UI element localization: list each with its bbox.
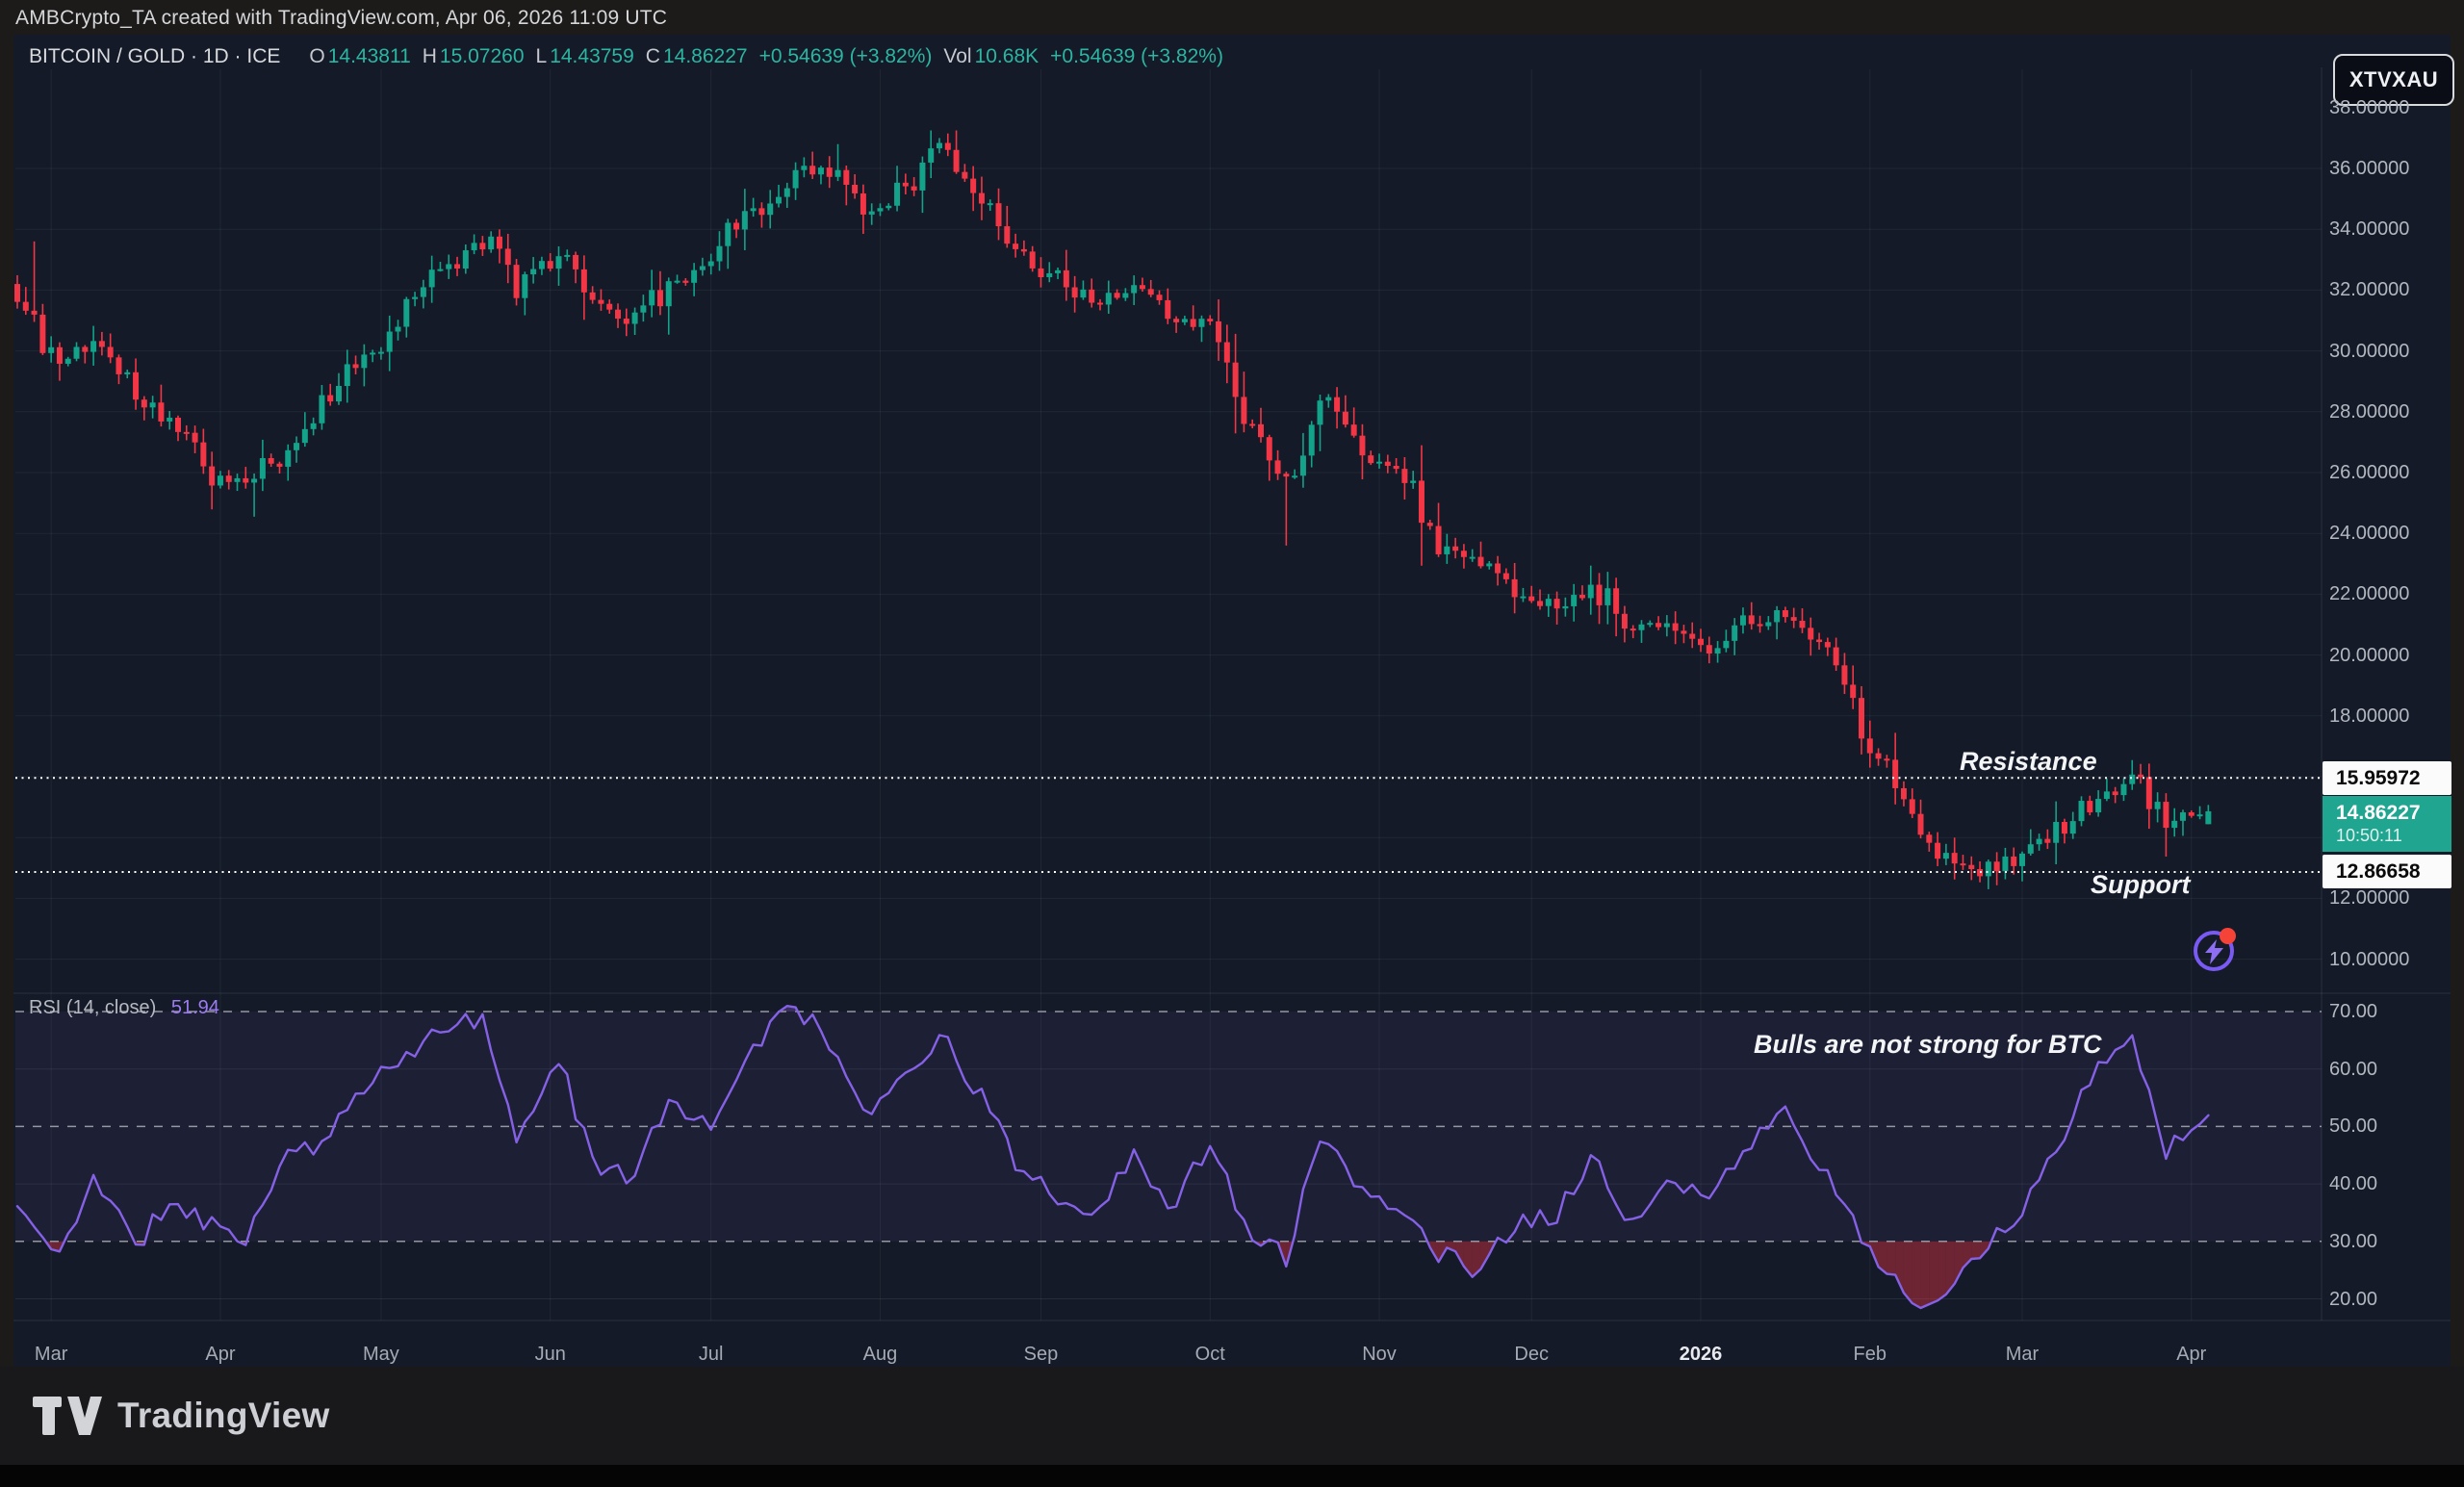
low-label: L	[536, 45, 548, 68]
bottom-black-bar	[0, 1465, 2464, 1487]
time-axis-label: Jun	[535, 1344, 566, 1365]
time-axis-label: Apr	[2176, 1344, 2206, 1365]
price-axis-tick: 22.00000	[2329, 583, 2409, 604]
open-value: 14.43811	[328, 45, 411, 68]
price-axis-tick: 28.00000	[2329, 401, 2409, 423]
rsi-axis-tick: 30.00	[2329, 1231, 2377, 1252]
time-axis-label: Oct	[1195, 1344, 1225, 1365]
resistance-price-label: 15.95972	[2323, 761, 2451, 795]
chart-legend[interactable]: BITCOIN / GOLD · 1D · ICE O 14.43811 H 1…	[29, 44, 1223, 69]
rsi-axis-tick: 70.00	[2329, 1001, 2377, 1022]
tradingview-wordmark: TradingView	[117, 1396, 330, 1436]
price-axis-tick: 30.00000	[2329, 341, 2409, 362]
price-axis-tick: 18.00000	[2329, 705, 2409, 727]
time-axis-label: May	[363, 1344, 399, 1365]
price-axis-tick: 36.00000	[2329, 158, 2409, 179]
close-value: 14.86227	[663, 45, 748, 68]
rsi-axis-tick: 20.00	[2329, 1289, 2377, 1310]
price-axis-tick: 24.00000	[2329, 523, 2409, 544]
support-annotation: Support	[2091, 870, 2190, 900]
lightning-bolt-icon	[2205, 939, 2224, 964]
tradingview-mark-icon	[33, 1397, 104, 1435]
current-price-value: 14.86227	[2336, 802, 2421, 825]
time-axis-label: Sep	[1024, 1344, 1059, 1365]
time-axis-label: Feb	[1854, 1344, 1886, 1365]
price-axis-tick: 12.00000	[2329, 887, 2409, 909]
rsi-note-annotation: Bulls are not strong for BTC	[1754, 1030, 2102, 1060]
time-axis-label: Nov	[1362, 1344, 1397, 1365]
high-label: H	[423, 45, 437, 68]
price-axis-tick: 34.00000	[2329, 218, 2409, 240]
rsi-axis-tick: 60.00	[2329, 1059, 2377, 1080]
time-axis-label: Apr	[205, 1344, 235, 1365]
bar-countdown: 10:50:11	[2336, 826, 2402, 846]
price-axis-tick: 10.00000	[2329, 949, 2409, 970]
open-label: O	[309, 45, 324, 68]
current-price-label: 14.86227 10:50:11	[2323, 796, 2451, 852]
rsi-value: 51.94	[171, 997, 219, 1018]
time-axis-label: Dec	[1514, 1344, 1549, 1365]
time-axis-label: Mar	[35, 1344, 67, 1365]
support-price-label: 12.86658	[2323, 855, 2451, 888]
rsi-axis-tick: 50.00	[2329, 1115, 2377, 1137]
symbol-title[interactable]: BITCOIN / GOLD · 1D · ICE	[29, 45, 280, 68]
price-axis-tick: 32.00000	[2329, 279, 2409, 300]
close-label: C	[646, 45, 660, 68]
low-value: 14.43759	[550, 45, 634, 68]
footer-bar: TradingView	[0, 1367, 2464, 1465]
rsi-axis-tick: 40.00	[2329, 1173, 2377, 1194]
volume-change: +0.54639 (+3.82%)	[1050, 45, 1223, 68]
resistance-annotation: Resistance	[1960, 747, 2097, 777]
tradingview-logo[interactable]: TradingView	[33, 1396, 330, 1436]
time-axis-label: Aug	[863, 1344, 898, 1365]
price-axis-tick: 26.00000	[2329, 462, 2409, 483]
rsi-legend[interactable]: RSI (14, close) 51.94	[29, 997, 219, 1019]
volume-value: 10.68K	[975, 45, 1040, 68]
change-value: +0.54639 (+3.82%)	[759, 45, 933, 68]
ideas-stream-button[interactable]	[2194, 931, 2234, 971]
price-axis-tick: 38.00000	[2329, 97, 2409, 118]
notification-dot-icon	[2220, 928, 2236, 944]
price-axis-tick: 20.00000	[2329, 645, 2409, 666]
tradingview-snapshot: AMBCrypto_TA created with TradingView.co…	[0, 0, 2464, 1487]
time-axis-label: 2026	[1680, 1344, 1723, 1365]
time-axis-label: Jul	[699, 1344, 724, 1365]
volume-label: Vol	[943, 45, 971, 68]
high-value: 15.07260	[440, 45, 525, 68]
rsi-name: RSI (14, close)	[29, 997, 156, 1018]
time-axis-label: Mar	[2006, 1344, 2039, 1365]
candlestick-chart-canvas[interactable]	[0, 0, 2464, 1487]
